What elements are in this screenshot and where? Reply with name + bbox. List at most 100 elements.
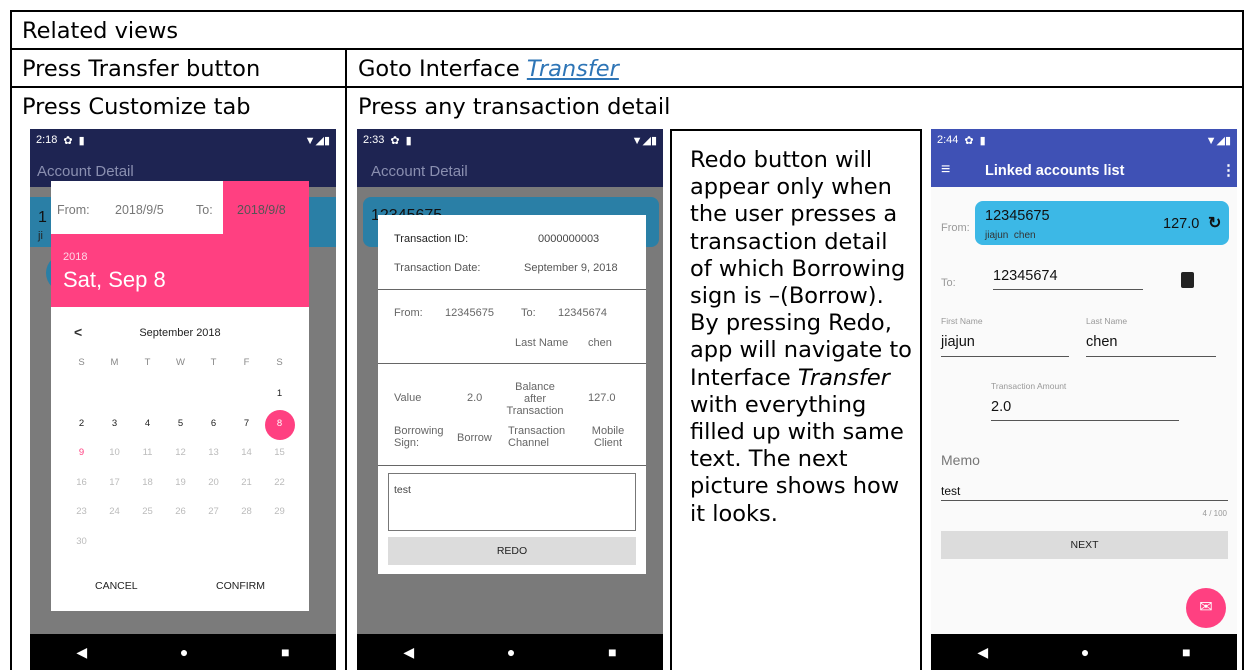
from-account-card[interactable]: 12345675 jiajun chen 127.0 ↻: [975, 201, 1229, 245]
home-circle-icon[interactable]: ●: [1081, 644, 1089, 660]
calendar-day[interactable]: 13: [197, 447, 230, 458]
table-border-row1: [10, 48, 1243, 50]
calendar-day[interactable]: 2: [65, 418, 98, 429]
bg-text-2: ji: [38, 230, 43, 242]
calendar-day[interactable]: 5: [164, 418, 197, 429]
note-line: By pressing Redo,: [690, 310, 892, 337]
calendar-day[interactable]: 7: [230, 418, 263, 429]
header-year[interactable]: 2018: [63, 251, 87, 263]
calendar-day[interactable]: 22: [263, 477, 296, 488]
email-icon: ✉: [1199, 599, 1213, 616]
note-line: transaction detail: [690, 228, 888, 255]
to-account-field[interactable]: 12345674: [993, 268, 1143, 290]
last-name: chen: [1086, 334, 1118, 350]
recents-square-icon[interactable]: ■: [608, 644, 616, 660]
back-triangle-icon[interactable]: ◀: [403, 644, 414, 661]
nav-bar: ◀ ● ■: [357, 634, 663, 670]
weekday-label: W: [176, 357, 185, 368]
channel-value: Mobile Client: [586, 425, 630, 449]
status-bar: 2:33 ✿ ▮ ▼◢▮: [357, 129, 663, 151]
memo-text: test: [394, 484, 411, 496]
from-account: 12345675: [985, 208, 1050, 224]
more-vert-icon[interactable]: ⋮: [1221, 161, 1236, 179]
calendar-day[interactable]: 12: [164, 447, 197, 458]
calendar-day[interactable]: 6: [197, 418, 230, 429]
cell-press-transaction: Press any transaction detail: [358, 94, 671, 120]
calendar-day[interactable]: 30: [65, 536, 98, 547]
note-line: app will navigate to: [690, 337, 912, 364]
txn-id-label: Transaction ID:: [394, 233, 469, 245]
to-date[interactable]: 2018/9/8: [237, 203, 286, 217]
nav-bar: ◀ ● ■: [30, 634, 336, 670]
calendar-day[interactable]: 21: [230, 477, 263, 488]
wifi-battery-icon: ▼◢▮: [631, 135, 657, 147]
calendar-day[interactable]: 26: [164, 506, 197, 517]
refresh-icon[interactable]: ↻: [1208, 213, 1221, 233]
memo-field[interactable]: test: [941, 479, 1228, 501]
next-button[interactable]: NEXT: [941, 531, 1228, 559]
calendar-day[interactable]: 16: [65, 477, 98, 488]
from-date[interactable]: 2018/9/5: [115, 203, 164, 217]
back-triangle-icon[interactable]: ◀: [76, 644, 87, 661]
gear-icon: ✿: [63, 134, 73, 147]
channel-value-line1: Mobile: [591, 425, 625, 437]
gear-icon: ✿: [964, 134, 974, 147]
calendar-day[interactable]: 9: [65, 447, 98, 458]
txn-date-label: Transaction Date:: [394, 262, 481, 274]
contacts-icon[interactable]: [1181, 272, 1194, 288]
home-circle-icon[interactable]: ●: [180, 644, 188, 660]
calendar-day[interactable]: 15: [263, 447, 296, 458]
transfer-link[interactable]: Transfer: [527, 56, 619, 82]
memo-text: test: [941, 484, 961, 498]
back-triangle-icon[interactable]: ◀: [977, 644, 988, 661]
note-text: Redo button will appear only when the us…: [690, 147, 912, 528]
row-related-views: Related views: [22, 18, 179, 44]
calendar-day[interactable]: 8: [263, 418, 296, 429]
calendar-day[interactable]: 25: [131, 506, 164, 517]
divider: [378, 465, 646, 466]
channel-label: Transaction Channel: [508, 425, 565, 449]
status-bar: 2:44 ✿ ▮ ▼◢▮: [931, 129, 1237, 151]
confirm-button[interactable]: CONFIRM: [216, 580, 265, 592]
menu-icon[interactable]: ≡: [941, 161, 950, 179]
first-name: jiajun: [941, 334, 975, 350]
balance-label-line2: Transaction: [506, 405, 564, 417]
from-label: From:: [57, 203, 90, 217]
date-picker-dialog: From: 2018/9/5 To: 2018/9/8 2018 Sat, Se…: [51, 181, 309, 611]
calendar-day[interactable]: 3: [98, 418, 131, 429]
calendar-day[interactable]: 14: [230, 447, 263, 458]
first-name-field[interactable]: jiajun: [941, 331, 1069, 357]
calendar-day[interactable]: 17: [98, 477, 131, 488]
calendar-day[interactable]: 4: [131, 418, 164, 429]
redo-button[interactable]: REDO: [388, 537, 636, 565]
calendar-day[interactable]: 27: [197, 506, 230, 517]
calendar-day[interactable]: 18: [131, 477, 164, 488]
note-line: appear only when: [690, 174, 892, 201]
calendar-day[interactable]: 24: [98, 506, 131, 517]
calendar-grid: S M T W T F S 1 2 3 4 5 6 7 8 9 10 11 12 13 14 15 16 17 18 19 20 21…: [65, 357, 296, 587]
recents-square-icon[interactable]: ■: [1182, 644, 1190, 660]
appbar-title: Account Detail: [371, 163, 468, 180]
memo-box[interactable]: test: [388, 473, 636, 531]
calendar-day[interactable]: 11: [131, 447, 164, 458]
calendar-day[interactable]: 19: [164, 477, 197, 488]
amount-field[interactable]: 2.0: [991, 395, 1179, 421]
phone-screenshot-date-picker: 2:18 ✿ ▮ ▼◢▮ Account Detail 1 ji From: 2…: [30, 129, 336, 670]
calendar-day[interactable]: 23: [65, 506, 98, 517]
calendar-day[interactable]: 29: [263, 506, 296, 517]
borrowing-label: Borrowing Sign:: [394, 425, 444, 449]
note-italic: Transfer: [797, 364, 890, 391]
home-circle-icon[interactable]: ●: [507, 644, 515, 660]
calendar-day[interactable]: 10: [98, 447, 131, 458]
recents-square-icon[interactable]: ■: [281, 644, 289, 660]
cancel-button[interactable]: CANCEL: [95, 580, 138, 592]
email-fab[interactable]: ✉: [1186, 588, 1226, 628]
calendar-day[interactable]: 1: [263, 388, 296, 399]
phone-screenshot-transaction-detail: 2:33 ✿ ▮ ▼◢▮ Account Detail 12345675 Tra…: [357, 129, 663, 670]
last-name: chen: [588, 337, 612, 349]
weekday-label: S: [276, 357, 283, 368]
calendar-day[interactable]: 28: [230, 506, 263, 517]
calendar-day[interactable]: 20: [197, 477, 230, 488]
last-name-field[interactable]: chen: [1086, 331, 1216, 357]
cell-press-transfer: Press Transfer button: [22, 56, 261, 82]
